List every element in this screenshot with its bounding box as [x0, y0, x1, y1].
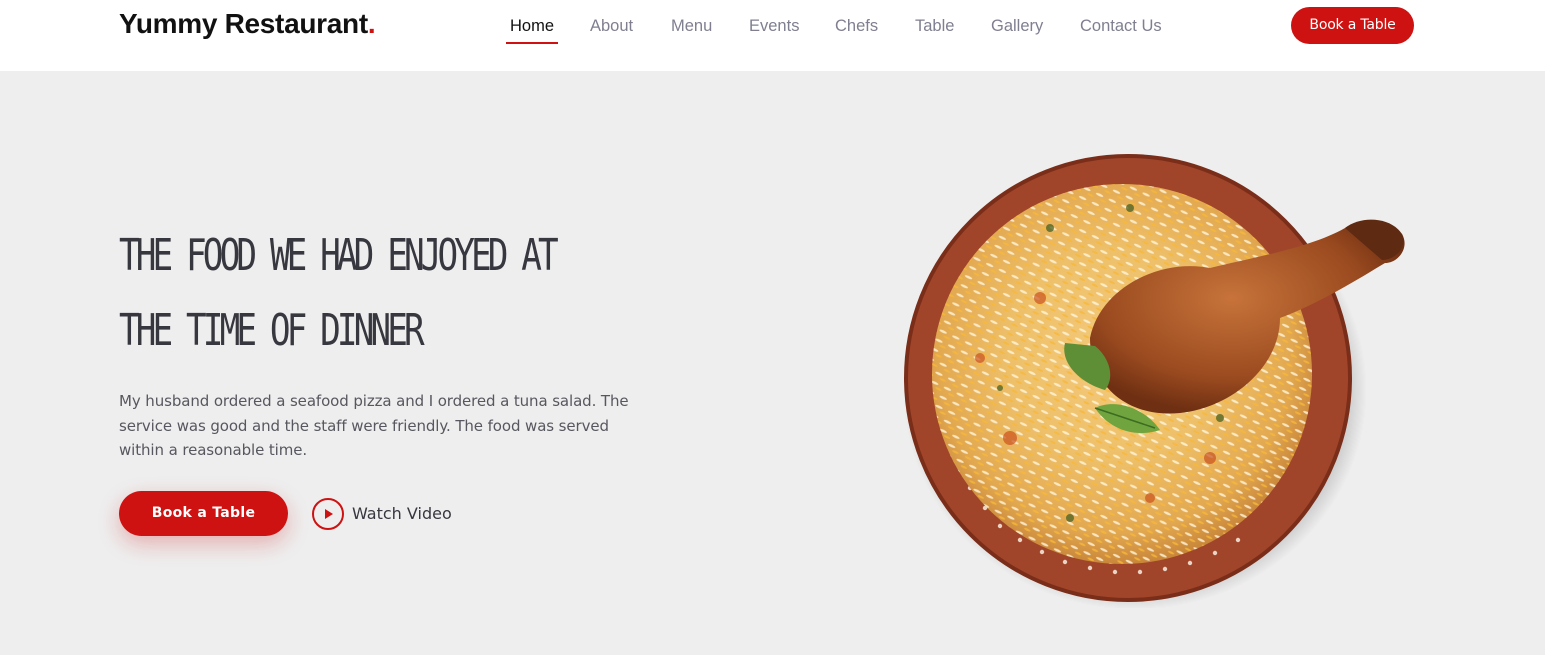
hero-title-line-2: the time of dinner [119, 305, 425, 356]
nav-home[interactable]: Home [505, 17, 559, 44]
header-book-table-button[interactable]: Book a Table [1291, 7, 1414, 44]
nav-menu[interactable]: Menu [671, 17, 712, 44]
hero-description: My husband ordered a seafood pizza and I… [119, 392, 629, 459]
hero-title: The Food we had enjoyed at the time of d… [119, 218, 559, 368]
play-circle-icon [312, 497, 344, 530]
nav-gallery[interactable]: Gallery [991, 17, 1043, 44]
logo-text: Yummy Restaurant [119, 8, 368, 39]
nav-contact-us[interactable]: Contact Us [1080, 17, 1162, 44]
nav-about[interactable]: About [590, 17, 633, 44]
watch-video-link[interactable]: Watch Video [312, 497, 452, 530]
nav-table[interactable]: Table [915, 17, 954, 44]
book-table-button[interactable]: Book a Table [119, 491, 288, 536]
nav-events[interactable]: Events [749, 17, 799, 44]
nav-chefs[interactable]: Chefs [835, 17, 878, 44]
site-header: Yummy Restaurant. Home About Menu Events… [0, 0, 1545, 71]
hero-food-image [890, 138, 1420, 610]
site-logo[interactable]: Yummy Restaurant. [119, 8, 376, 40]
logo-dot: . [367, 8, 376, 39]
watch-video-label: Watch Video [352, 504, 452, 523]
hero-title-line-1: The Food we had enjoyed at [119, 230, 559, 281]
